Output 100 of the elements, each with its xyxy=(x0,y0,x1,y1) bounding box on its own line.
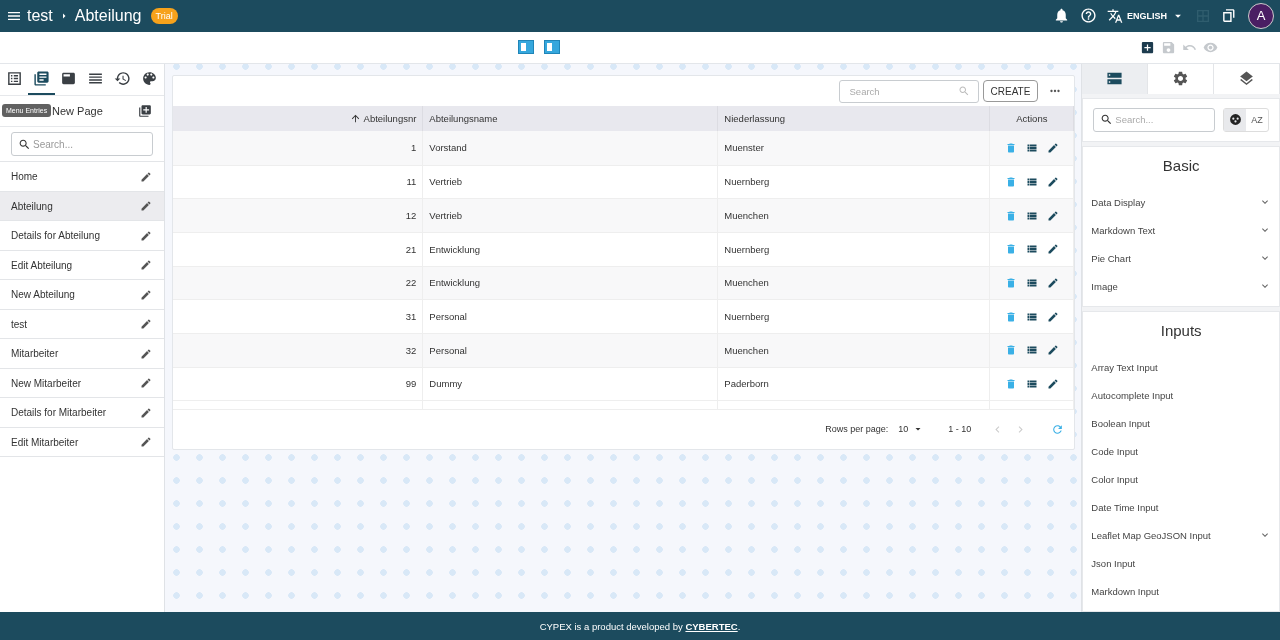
page-list-item[interactable]: Mitarbeiter xyxy=(0,339,164,369)
panel-tab[interactable] xyxy=(1082,64,1149,94)
sort-up-icon[interactable] xyxy=(349,113,361,125)
table-cell: Vertrieb xyxy=(429,176,463,188)
component-item[interactable]: Autocomplete Input xyxy=(1083,381,1279,410)
pencil-icon[interactable] xyxy=(1046,141,1059,154)
company-link[interactable]: CYBERTEC xyxy=(685,620,738,632)
component-item[interactable]: Boolean Input xyxy=(1083,409,1279,438)
list-icon[interactable] xyxy=(1025,243,1038,256)
table-cell: Muenchen xyxy=(724,344,769,356)
add-page-icon[interactable] xyxy=(137,104,152,119)
page-list-item[interactable]: Abteilung xyxy=(0,191,164,222)
pencil-icon[interactable] xyxy=(139,377,152,390)
column-header[interactable]: Niederlassung xyxy=(724,113,786,125)
add-box-icon[interactable] xyxy=(1140,39,1155,55)
pencil-icon[interactable] xyxy=(139,170,152,183)
translate-icon[interactable] xyxy=(1107,7,1123,24)
pencil-icon[interactable] xyxy=(139,406,152,419)
pencil-icon[interactable] xyxy=(139,436,152,449)
page-name: New Mitarbeiter xyxy=(11,377,82,389)
search-icon xyxy=(957,85,970,98)
component-item[interactable]: Markdown Input xyxy=(1083,577,1279,606)
page-name: Home xyxy=(11,171,38,183)
list-icon[interactable] xyxy=(1025,344,1038,357)
table-cell: Personal xyxy=(429,344,467,356)
table-cell: 21 xyxy=(405,243,417,255)
component-item[interactable]: Pie Chart xyxy=(1083,244,1279,273)
search-icon xyxy=(18,137,31,151)
column-header[interactable]: Actions xyxy=(1016,113,1048,125)
user-avatar[interactable]: A xyxy=(1248,2,1274,29)
table-cell: Nuernberg xyxy=(724,243,770,255)
page-list-item[interactable]: Home xyxy=(0,162,164,192)
create-button[interactable]: CREATE xyxy=(982,80,1039,103)
component-item[interactable]: Code Input xyxy=(1083,437,1279,466)
bell-icon[interactable] xyxy=(1053,7,1070,25)
table-cell: Entwicklung xyxy=(429,277,481,289)
page-name: Edit Mitarbeiter xyxy=(11,436,79,448)
footer-text: CYPEX is a product developed by CYBERTEC. xyxy=(539,620,741,632)
new-page-label[interactable]: New Page xyxy=(52,105,103,118)
breadcrumb-item[interactable]: test xyxy=(27,6,53,25)
table-cell: 32 xyxy=(405,344,417,356)
page-list-item[interactable]: Edit Mitarbeiter xyxy=(0,427,164,458)
pencil-icon[interactable] xyxy=(1046,243,1059,256)
page-list-item[interactable]: Edit Abteilung xyxy=(0,250,164,281)
page-list-item[interactable]: Details for Mitarbeiter xyxy=(0,398,164,428)
pencil-icon[interactable] xyxy=(1046,276,1059,289)
component-item[interactable]: Leaflet Map GeoJSON Input xyxy=(1083,521,1279,550)
table-cell: Vertrieb xyxy=(429,210,463,222)
column-header[interactable]: Abteilungsname xyxy=(429,113,498,125)
component-item[interactable]: Image xyxy=(1083,272,1279,301)
table-cell: Muenchen xyxy=(724,277,769,289)
table-cell: Entwicklung xyxy=(429,243,481,255)
section-title: Basic xyxy=(1161,156,1201,177)
search-placeholder: Search xyxy=(849,85,880,97)
component-item[interactable]: Color Input xyxy=(1083,465,1279,494)
history-icon xyxy=(113,70,131,88)
component-item[interactable]: Markdown Text xyxy=(1083,216,1279,245)
search-placeholder: Search... xyxy=(1115,114,1154,126)
pencil-icon[interactable] xyxy=(139,318,152,331)
component-item[interactable]: Date Time Input xyxy=(1083,493,1279,522)
page-list-item[interactable]: test xyxy=(0,309,164,340)
layout-icon[interactable] xyxy=(518,39,534,54)
pencil-icon[interactable] xyxy=(1046,377,1059,390)
page-name: New Abteilung xyxy=(11,289,75,301)
pencil-icon[interactable] xyxy=(139,259,152,272)
table-cell: 31 xyxy=(405,311,417,323)
pencil-icon[interactable] xyxy=(1046,209,1059,222)
table-cell: 1 xyxy=(411,142,417,154)
rows-per-page-label: Rows per page: xyxy=(825,424,889,435)
component-item[interactable]: Array Text Input xyxy=(1083,353,1279,382)
pencil-icon[interactable] xyxy=(139,288,152,301)
gear-icon xyxy=(1172,70,1190,88)
language-selector[interactable]: ENGLISH xyxy=(1127,10,1167,21)
rows-per-page-select[interactable]: 10 xyxy=(898,423,925,436)
help-icon[interactable] xyxy=(1080,7,1097,25)
page-name: Edit Abteilung xyxy=(11,259,73,271)
component-item[interactable]: Json Input xyxy=(1083,549,1279,578)
pencil-icon[interactable] xyxy=(1046,344,1059,357)
pencil-icon[interactable] xyxy=(1046,310,1059,323)
table-cell: Personal xyxy=(429,311,467,323)
layers-icon xyxy=(1238,70,1256,88)
layout-icon[interactable] xyxy=(544,39,560,54)
view-toggle-button[interactable] xyxy=(1224,108,1246,131)
pencil-icon[interactable] xyxy=(1046,175,1059,188)
palette-icon xyxy=(140,70,158,88)
table-cell: Nuernberg xyxy=(724,176,770,188)
page-list-item[interactable]: New Mitarbeiter xyxy=(0,368,164,399)
table-cell: 22 xyxy=(405,277,417,289)
page-list-item[interactable]: Details for Abteilung xyxy=(0,221,164,251)
books-icon xyxy=(32,70,50,88)
pencil-icon[interactable] xyxy=(139,200,152,213)
table-cell: Nuernberg xyxy=(724,311,770,323)
breadcrumb-item[interactable]: Abteilung xyxy=(74,6,142,25)
pencil-icon[interactable] xyxy=(139,229,152,242)
search-icon xyxy=(1100,113,1114,127)
column-header[interactable]: Abteilungsnr xyxy=(363,113,417,125)
pencil-icon[interactable] xyxy=(139,347,152,360)
component-item[interactable]: Data Display xyxy=(1083,188,1279,217)
table-cell: 11 xyxy=(406,176,417,188)
page-list-item[interactable]: New Abteilung xyxy=(0,280,164,310)
